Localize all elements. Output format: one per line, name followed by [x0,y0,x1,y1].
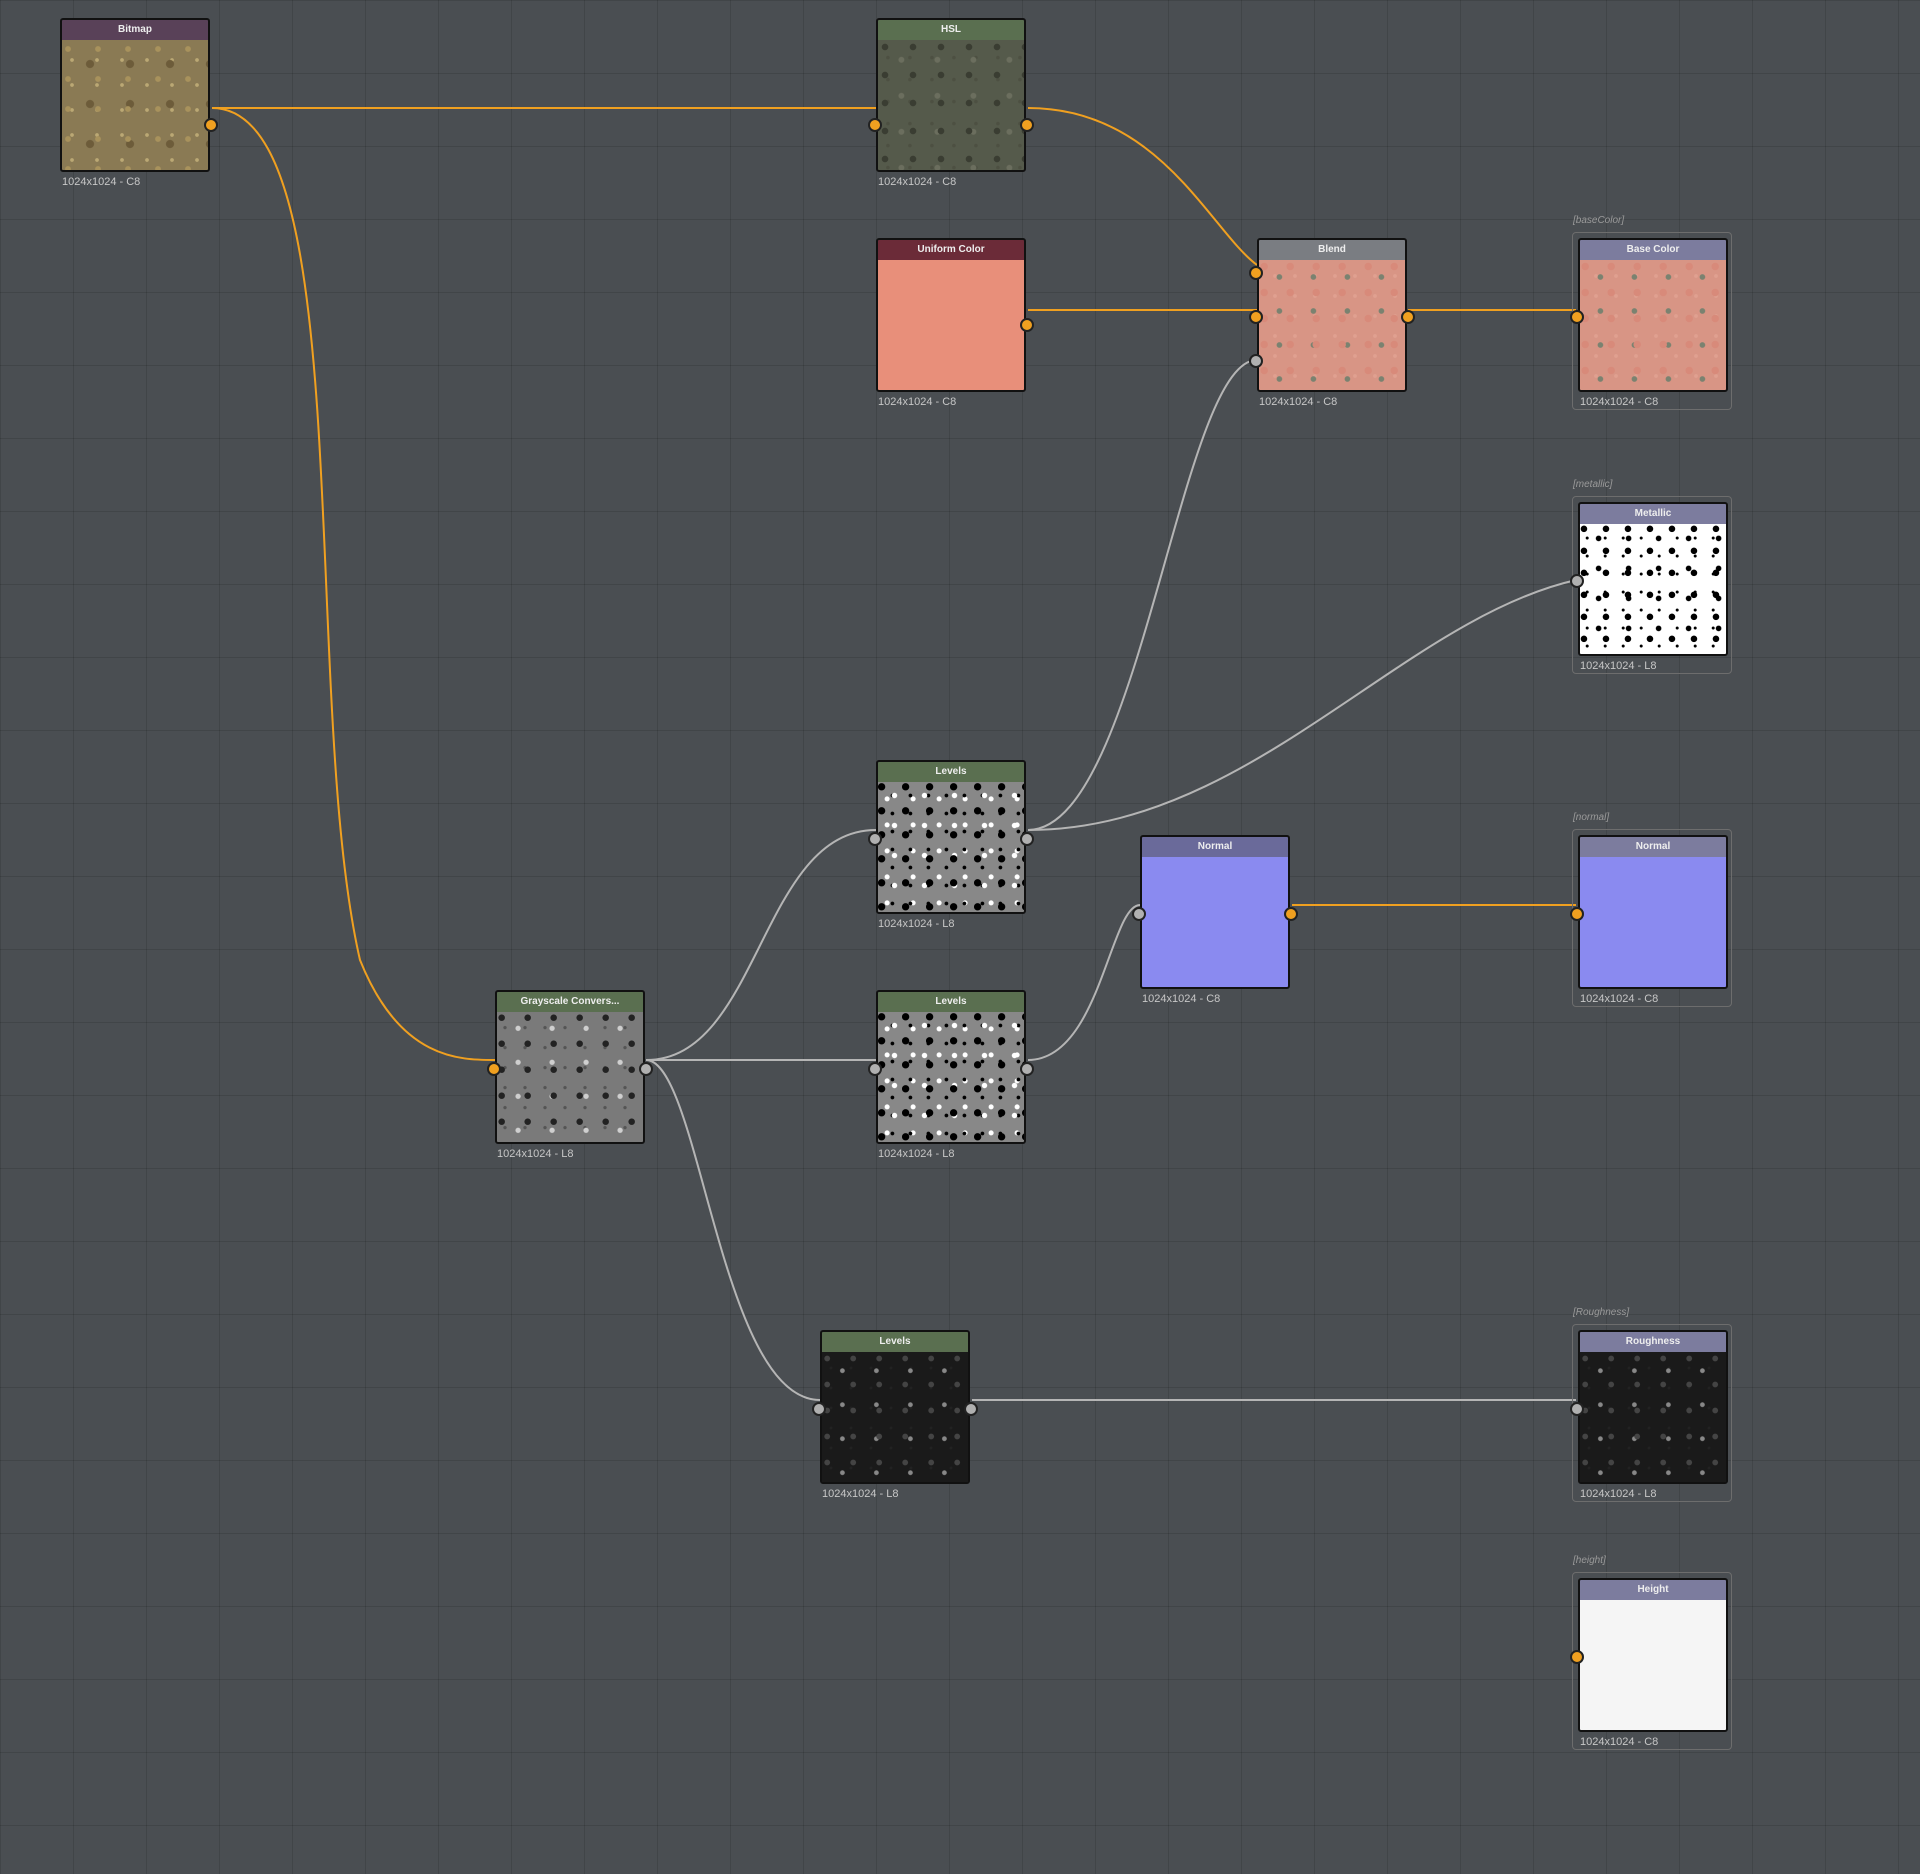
output-port[interactable] [1020,318,1034,332]
input-port[interactable] [868,118,882,132]
input-port-fg[interactable] [1249,266,1263,280]
node-graph-canvas[interactable]: Bitmap 1024x1024 - C8 HSL 1024x1024 - C8… [0,0,1920,1874]
output-annotation: [baseColor] [1573,215,1624,226]
node-levels-2[interactable]: Levels 1024x1024 - L8 [876,990,1026,1160]
node-caption: 1024x1024 - L8 [820,1488,970,1500]
node-thumbnail [878,40,1024,170]
node-caption: 1024x1024 - C8 [876,396,1026,408]
node-title: Normal [1142,837,1288,857]
node-title: Bitmap [62,20,208,40]
node-height[interactable]: Height 1024x1024 - C8 [1578,1578,1728,1748]
output-port[interactable] [964,1402,978,1416]
node-title: HSL [878,20,1024,40]
input-port[interactable] [1570,1650,1584,1664]
node-caption: 1024x1024 - C8 [1578,993,1728,1005]
node-hsl[interactable]: HSL 1024x1024 - C8 [876,18,1026,188]
output-annotation: [metallic] [1573,479,1612,490]
node-title: Grayscale Convers... [497,992,643,1012]
output-annotation: [height] [1573,1555,1606,1566]
node-metallic[interactable]: Metallic 1024x1024 - L8 [1578,502,1728,672]
node-title: Base Color [1580,240,1726,260]
input-port[interactable] [868,832,882,846]
node-normal[interactable]: Normal 1024x1024 - C8 [1140,835,1290,1005]
input-port[interactable] [1570,1402,1584,1416]
node-thumbnail [1580,1352,1726,1482]
node-title: Height [1580,1580,1726,1600]
input-port[interactable] [487,1062,501,1076]
input-port-mask[interactable] [1249,354,1263,368]
node-title: Levels [822,1332,968,1352]
input-port[interactable] [812,1402,826,1416]
node-title: Uniform Color [878,240,1024,260]
node-levels-1[interactable]: Levels 1024x1024 - L8 [876,760,1026,930]
node-thumbnail [822,1352,968,1482]
node-levels-3[interactable]: Levels 1024x1024 - L8 [820,1330,970,1500]
node-title: Metallic [1580,504,1726,524]
output-port[interactable] [204,118,218,132]
node-thumbnail [878,260,1024,390]
node-bitmap[interactable]: Bitmap 1024x1024 - C8 [60,18,210,188]
node-title: Normal [1580,837,1726,857]
node-grayscale-conversion[interactable]: Grayscale Convers... 1024x1024 - L8 [495,990,645,1160]
node-caption: 1024x1024 - L8 [1578,1488,1728,1500]
node-thumbnail [878,1012,1024,1142]
node-thumbnail [1580,857,1726,987]
node-thumbnail [497,1012,643,1142]
node-caption: 1024x1024 - L8 [876,1148,1026,1160]
node-uniform-color[interactable]: Uniform Color 1024x1024 - C8 [876,238,1026,408]
node-caption: 1024x1024 - C8 [1140,993,1290,1005]
node-normal-output[interactable]: Normal 1024x1024 - C8 [1578,835,1728,1005]
node-thumbnail [1580,1600,1726,1730]
input-port[interactable] [1570,574,1584,588]
output-port[interactable] [1020,1062,1034,1076]
output-annotation: [normal] [1573,812,1609,823]
node-thumbnail [878,782,1024,912]
node-thumbnail [1580,260,1726,390]
node-caption: 1024x1024 - L8 [495,1148,645,1160]
node-caption: 1024x1024 - C8 [60,176,210,188]
output-annotation: [Roughness] [1573,1307,1629,1318]
node-thumbnail [1580,524,1726,654]
input-port[interactable] [868,1062,882,1076]
node-thumbnail [1259,260,1405,390]
output-port[interactable] [1401,310,1415,324]
output-port[interactable] [639,1062,653,1076]
node-caption: 1024x1024 - C8 [1578,396,1728,408]
node-thumbnail [1142,857,1288,987]
node-title: Blend [1259,240,1405,260]
node-title: Roughness [1580,1332,1726,1352]
node-caption: 1024x1024 - C8 [876,176,1026,188]
node-caption: 1024x1024 - L8 [876,918,1026,930]
node-thumbnail [62,40,208,170]
input-port[interactable] [1570,310,1584,324]
node-caption: 1024x1024 - C8 [1257,396,1407,408]
node-roughness[interactable]: Roughness 1024x1024 - L8 [1578,1330,1728,1500]
input-port[interactable] [1570,907,1584,921]
output-port[interactable] [1284,907,1298,921]
input-port-bg[interactable] [1249,310,1263,324]
node-title: Levels [878,992,1024,1012]
output-port[interactable] [1020,118,1034,132]
input-port[interactable] [1132,907,1146,921]
node-blend[interactable]: Blend 1024x1024 - C8 [1257,238,1407,408]
output-port[interactable] [1020,832,1034,846]
node-caption: 1024x1024 - L8 [1578,660,1728,672]
node-base-color[interactable]: Base Color 1024x1024 - C8 [1578,238,1728,408]
node-title: Levels [878,762,1024,782]
node-caption: 1024x1024 - C8 [1578,1736,1728,1748]
